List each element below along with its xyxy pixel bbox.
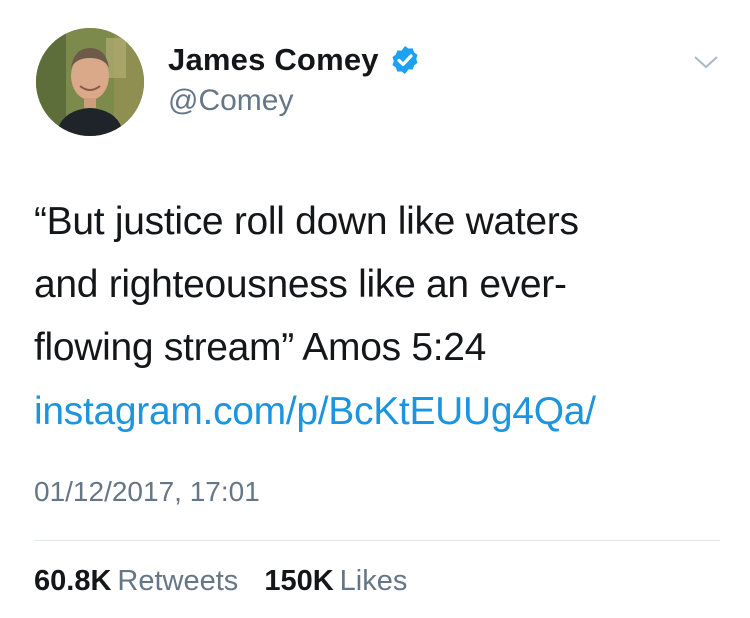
tweet-text-line: and righteousness like an ever- [34, 263, 567, 306]
author-name-row: James Comey [168, 40, 421, 80]
likes-stat[interactable]: 150K Likes [264, 565, 407, 598]
retweets-count: 60.8K [34, 565, 112, 597]
tweet-text-line: “But justice roll down like waters [34, 200, 579, 243]
retweets-stat[interactable]: 60.8K Retweets [34, 565, 238, 598]
tweet-stats: 60.8K Retweets 150K Likes [34, 565, 425, 598]
author-display-name[interactable]: James Comey [168, 42, 379, 78]
likes-count: 150K [264, 565, 334, 597]
verified-badge-icon [392, 46, 418, 74]
tweet-timestamp[interactable]: 01/12/2017, 17:01 [34, 476, 260, 508]
tweet-text: “But justice roll down like waters and r… [34, 190, 724, 379]
author-handle[interactable]: @Comey [168, 84, 293, 118]
tweet-card: James Comey @Comey “But justice roll dow… [0, 0, 750, 618]
tweet-text-line: flowing stream” Amos 5:24 [34, 326, 487, 369]
divider [34, 540, 720, 541]
avatar-image [36, 28, 144, 136]
avatar[interactable] [36, 28, 144, 136]
chevron-down-icon[interactable] [692, 52, 720, 72]
retweets-label: Retweets [117, 565, 239, 597]
tweet-link[interactable]: instagram.com/p/BcKtEUUg4Qa/ [34, 380, 596, 443]
likes-label: Likes [339, 565, 408, 597]
